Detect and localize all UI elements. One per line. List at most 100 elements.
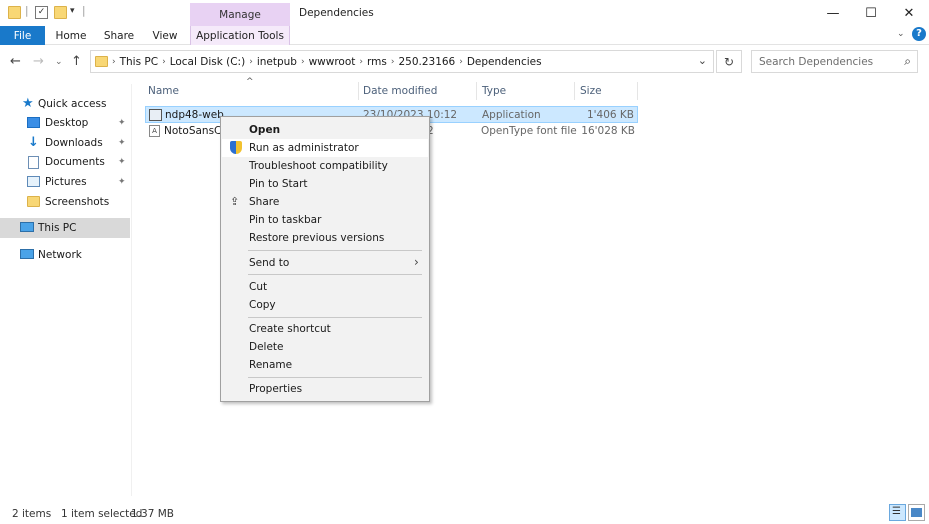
column-divider[interactable] [574,82,575,100]
column-divider[interactable] [358,82,359,100]
nav-label: Quick access [38,98,107,110]
help-icon[interactable]: ? [912,27,926,41]
chevron-right-icon: › [162,56,166,67]
tab-file[interactable]: File [0,26,45,45]
folder-icon [95,56,108,67]
menu-label: Rename [249,359,293,371]
menu-label: Share [249,196,280,208]
chevron-right-icon: › [249,56,253,67]
nav-label: Downloads [45,137,103,149]
search-input[interactable]: Search Dependencies ⌕ [751,50,918,73]
nav-label: Pictures [45,176,87,188]
breadcrumb-rms[interactable]: rms [367,56,387,68]
star-icon: ★ [22,96,34,111]
column-date-modified[interactable]: Date modified [363,85,437,97]
menu-separator [248,317,422,318]
menu-separator [248,274,422,275]
nav-this-pc[interactable]: This PC [0,218,130,238]
menu-restore-previous-versions[interactable]: Restore previous versions [222,229,428,247]
qa-separator-2: | [82,5,86,17]
recent-dropdown-icon[interactable]: ⌄ [55,57,63,67]
chevron-right-icon: › [414,255,419,269]
pin-icon: ✦ [118,118,126,128]
nav-desktop[interactable]: Desktop ✦ [0,113,130,133]
status-bar: 2 items 1 item selected 1.37 MB [0,504,929,524]
column-type[interactable]: Type [482,85,506,97]
back-arrow-icon[interactable]: ← [10,54,21,69]
forward-arrow-icon[interactable]: → [33,54,44,69]
menu-rename[interactable]: Rename [222,356,428,374]
nav-documents[interactable]: Documents ✦ [0,152,130,172]
menu-open[interactable]: Open [222,121,428,139]
menu-label: Pin to Start [249,178,308,190]
menu-separator [248,377,422,378]
file-type: OpenType font file [481,125,577,137]
details-view-icon: ☰ [892,506,901,517]
up-arrow-icon[interactable]: ↑ [71,54,82,69]
documents-icon [28,156,39,169]
breadcrumb-dependencies[interactable]: Dependencies [467,56,542,68]
nav-screenshots[interactable]: Screenshots [0,192,130,212]
tab-view[interactable]: View [145,26,185,45]
navigation-pane: ★ Quick access Desktop ✦ ↓ Downloads ✦ D… [0,84,132,496]
refresh-button[interactable]: ↻ [716,50,742,73]
menu-label: Send to [249,257,290,269]
column-divider[interactable] [476,82,477,100]
pin-icon: ✦ [118,157,126,167]
menu-cut[interactable]: Cut [222,278,428,296]
breadcrumb-inetpub[interactable]: inetpub [257,56,297,68]
nav-quick-access[interactable]: ★ Quick access [0,94,130,114]
menu-troubleshoot-compatibility[interactable]: Troubleshoot compatibility [222,157,428,175]
computer-icon [20,222,34,232]
file-size: 1'406 KB [586,109,634,121]
menu-label: Delete [249,341,284,353]
menu-label: Properties [249,383,303,395]
pin-icon: ✦ [118,177,126,187]
status-size: 1.37 MB [131,508,174,520]
nav-pictures[interactable]: Pictures ✦ [0,172,130,192]
file-type: Application [482,109,541,121]
menu-share[interactable]: ⇪ Share [222,193,428,211]
chevron-right-icon: › [459,56,463,67]
close-button[interactable]: ✕ [886,0,929,26]
address-bar[interactable]: › This PC › Local Disk (C:) › inetpub › … [90,50,714,73]
title-bar: | ✓ ▾ | Manage Dependencies — ☐ ✕ [0,0,929,26]
status-item-count: 2 items [12,508,52,520]
column-divider[interactable] [637,82,638,100]
column-size[interactable]: Size [580,85,602,97]
column-name[interactable]: Name [148,85,179,97]
font-file-icon: A [149,125,160,137]
chevron-right-icon: › [300,56,305,67]
search-icon: ⌕ [904,54,911,68]
qa-separator: | [25,5,29,17]
tab-home[interactable]: Home [50,26,92,45]
menu-run-as-administrator[interactable]: Run as administrator [222,139,428,157]
menu-create-shortcut[interactable]: Create shortcut [222,320,428,338]
menu-properties[interactable]: Properties [222,380,428,398]
menu-delete[interactable]: Delete [222,338,428,356]
menu-send-to[interactable]: Send to › [222,254,428,272]
column-headers: ^ Name Date modified Type Size [145,77,640,100]
new-folder-icon[interactable] [54,6,67,19]
properties-icon[interactable]: ✓ [35,6,48,19]
tab-share[interactable]: Share [98,26,140,45]
address-dropdown-icon[interactable]: ⌄ [698,54,707,67]
qa-dropdown-icon[interactable]: ▾ [70,6,75,16]
expand-ribbon-icon[interactable]: ⌄ [897,29,905,39]
chevron-right-icon: › [112,56,116,67]
nav-downloads[interactable]: ↓ Downloads ✦ [0,133,130,153]
breadcrumb-wwwroot[interactable]: wwwroot [309,56,356,68]
details-view-button[interactable]: ☰ [889,504,906,521]
nav-network[interactable]: Network [0,245,130,265]
breadcrumb-local-disk[interactable]: Local Disk (C:) [170,56,246,68]
menu-label: Run as administrator [249,142,359,154]
menu-pin-to-taskbar[interactable]: Pin to taskbar [222,211,428,229]
large-icons-view-button[interactable] [908,504,925,521]
pictures-icon [27,176,40,187]
tab-application-tools[interactable]: Application Tools [190,26,290,45]
breadcrumb-version[interactable]: 250.23166 [398,56,455,68]
breadcrumb-this-pc[interactable]: This PC [120,56,158,68]
menu-pin-to-start[interactable]: Pin to Start [222,175,428,193]
menu-copy[interactable]: Copy [222,296,428,314]
file-size: 16'028 KB [581,125,635,137]
